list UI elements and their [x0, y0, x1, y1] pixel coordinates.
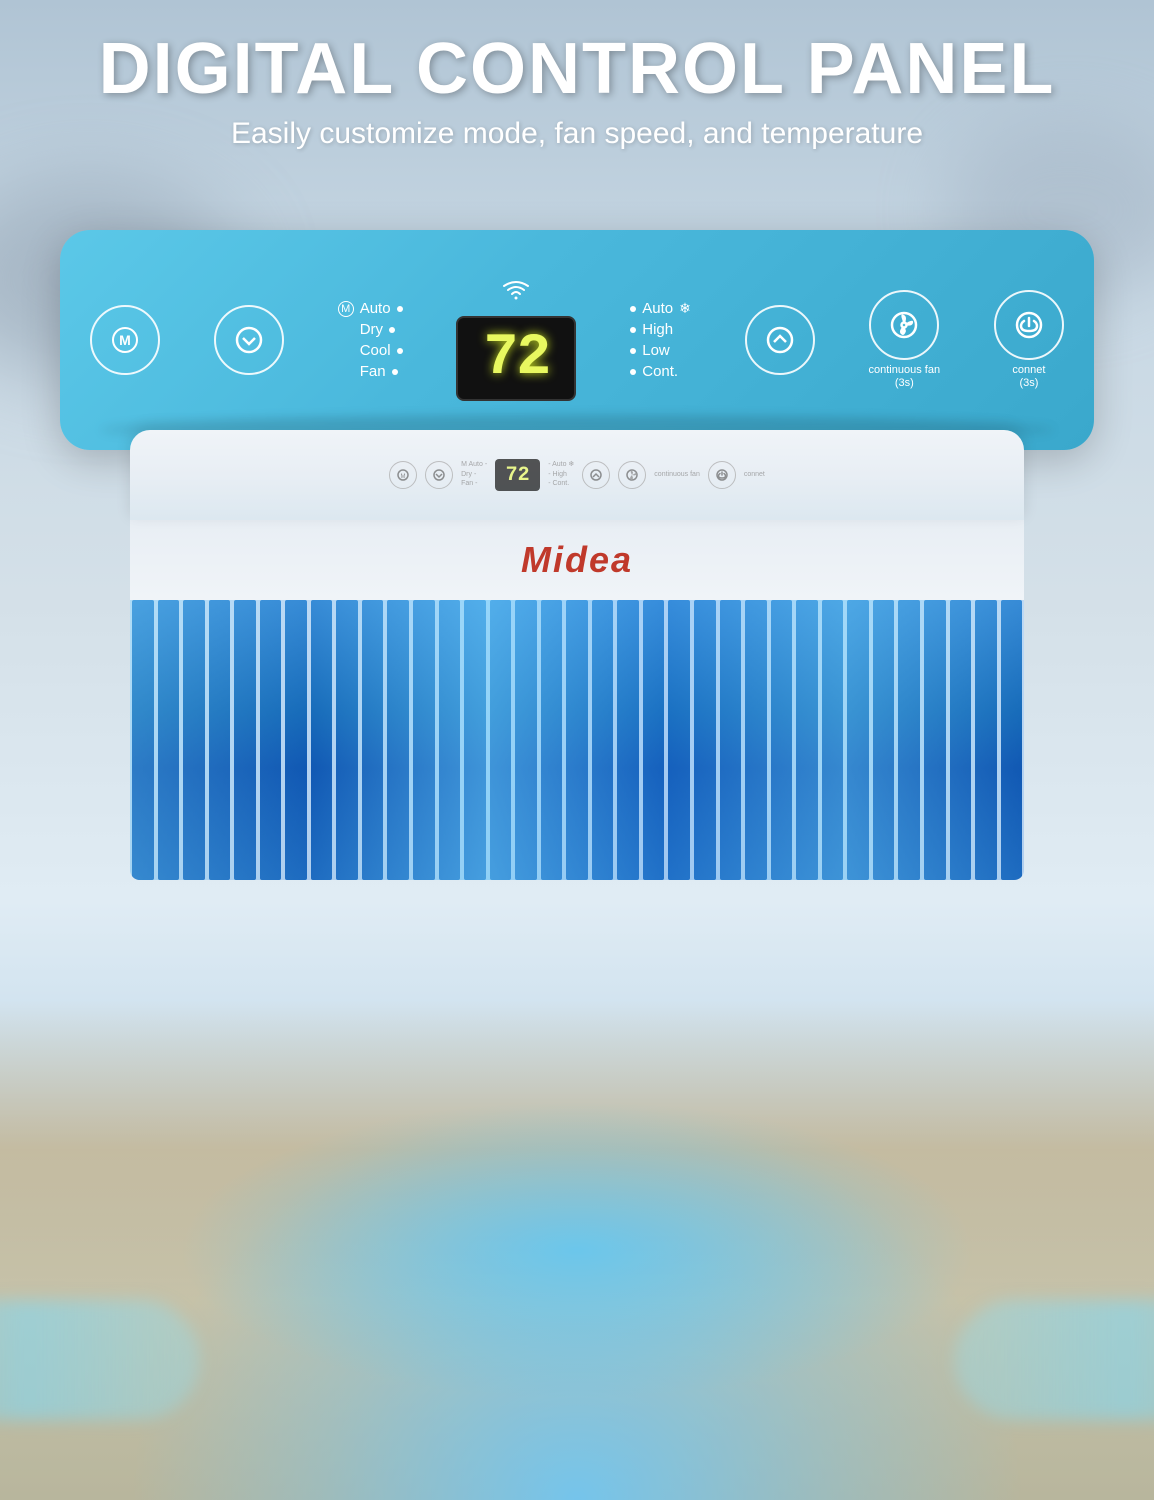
ac-small-up[interactable]	[582, 461, 610, 489]
bg-floor-glow	[127, 1100, 1027, 1500]
subtitle: Easily customize mode, fan speed, and te…	[0, 117, 1154, 151]
speed-high: High	[630, 321, 691, 338]
mode-button[interactable]: M	[90, 305, 160, 375]
header-section: DIGITAL CONTROL PANEL Easily customize m…	[0, 30, 1154, 151]
grill-glow	[130, 600, 1024, 880]
main-title: DIGITAL CONTROL PANEL	[0, 30, 1154, 109]
digital-display: 72	[456, 316, 576, 401]
ac-small-fan[interactable]	[618, 461, 646, 489]
ac-speed-text: - Auto ❄ - High - Cont.	[548, 461, 574, 488]
svg-text:M: M	[119, 332, 131, 348]
continuous-fan-label: continuous fan(3s)	[869, 364, 941, 390]
ac-unit: M M Auto - Dry - Fan - 72 -	[130, 430, 1024, 880]
ac-small-display: 72	[495, 459, 540, 491]
airflow-right	[954, 1300, 1154, 1420]
mode-fan: Fan	[338, 363, 403, 380]
mode-auto: M M Auto	[338, 300, 403, 317]
ac-small-down[interactable]	[425, 461, 453, 489]
ac-middle: Midea	[130, 520, 1024, 600]
ac-small-power[interactable]	[708, 461, 736, 489]
temperature-display: 72	[484, 326, 550, 391]
speed-labels: Auto ❄ High Low Cont.	[630, 300, 691, 380]
power-button[interactable]	[994, 290, 1064, 360]
mode-cool: Cool	[338, 342, 403, 359]
mode-dry: Dry	[338, 321, 403, 338]
ac-grill	[130, 600, 1024, 880]
ac-top-panel: M M Auto - Dry - Fan - 72 -	[130, 430, 1024, 520]
svg-text:M: M	[401, 474, 406, 480]
speed-low: Low	[630, 342, 691, 359]
connect-label: connet(3s)	[1012, 364, 1045, 390]
speed-cont: Cont.	[630, 363, 691, 380]
speed-auto: Auto ❄	[630, 300, 691, 317]
power-section: connet(3s)	[994, 290, 1064, 390]
down-button[interactable]	[214, 305, 284, 375]
brand-logo: Midea	[521, 539, 633, 581]
panel-inner: M M M Auto Dry Coo	[90, 280, 1064, 401]
airflow-left	[0, 1300, 200, 1420]
ac-panel-controls: M M Auto - Dry - Fan - 72 -	[389, 459, 765, 491]
fan-section: continuous fan(3s)	[869, 290, 941, 390]
ac-temperature-small: 72	[506, 464, 530, 487]
ac-cont-fan-small: continuous fan	[654, 471, 700, 479]
ac-connet-small: connet	[744, 471, 765, 479]
fan-button[interactable]	[869, 290, 939, 360]
wifi-display-center: 72	[456, 280, 576, 401]
wifi-icon	[500, 280, 532, 308]
ac-small-mode[interactable]: M	[389, 461, 417, 489]
up-button[interactable]	[745, 305, 815, 375]
mode-labels: M M Auto Dry Cool Fan	[338, 300, 403, 380]
ac-mode-text: M Auto - Dry - Fan -	[461, 461, 487, 488]
